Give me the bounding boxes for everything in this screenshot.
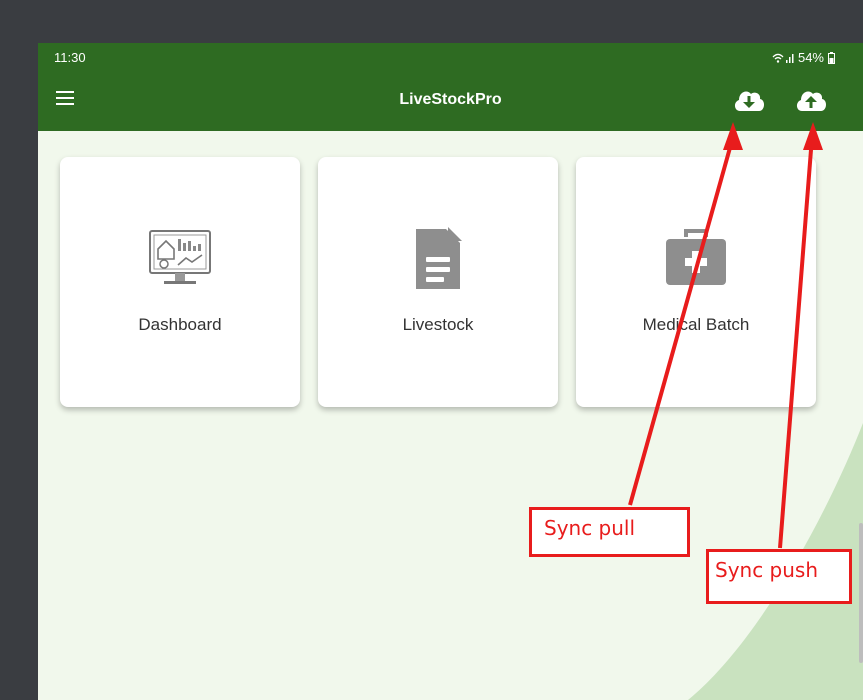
app-bar: LiveStockPro xyxy=(38,71,863,131)
medical-batch-label: Medical Batch xyxy=(642,315,750,334)
medical-kit-icon xyxy=(666,229,726,285)
livestock-card[interactable]: Livestock xyxy=(318,157,558,407)
battery-percent: 54% xyxy=(797,50,824,65)
sync-pull-annotation: Sync pull xyxy=(529,507,690,557)
sync-pull-button[interactable] xyxy=(732,85,766,115)
sync-push-annotation: Sync push xyxy=(706,549,852,604)
wifi-signal-icon xyxy=(772,53,794,63)
dashboard-label: Dashboard xyxy=(138,315,222,334)
status-time: 11:30 xyxy=(54,50,86,65)
sync-push-button[interactable] xyxy=(794,85,828,115)
livestock-label: Livestock xyxy=(402,315,474,334)
cloud-upload-icon xyxy=(796,91,827,111)
scrollbar-thumb[interactable] xyxy=(859,523,863,663)
status-indicators: 54% xyxy=(772,50,835,65)
window-left-bezel xyxy=(0,43,38,700)
dashboard-monitor-icon xyxy=(149,230,211,284)
battery-icon xyxy=(828,51,835,64)
medical-batch-card[interactable]: Medical Batch xyxy=(576,157,816,407)
cloud-download-icon xyxy=(734,91,765,111)
document-icon xyxy=(416,227,462,289)
window-top-bezel xyxy=(0,0,863,43)
dashboard-card[interactable]: Dashboard xyxy=(60,157,300,407)
status-bar: 11:30 54% xyxy=(38,43,863,71)
